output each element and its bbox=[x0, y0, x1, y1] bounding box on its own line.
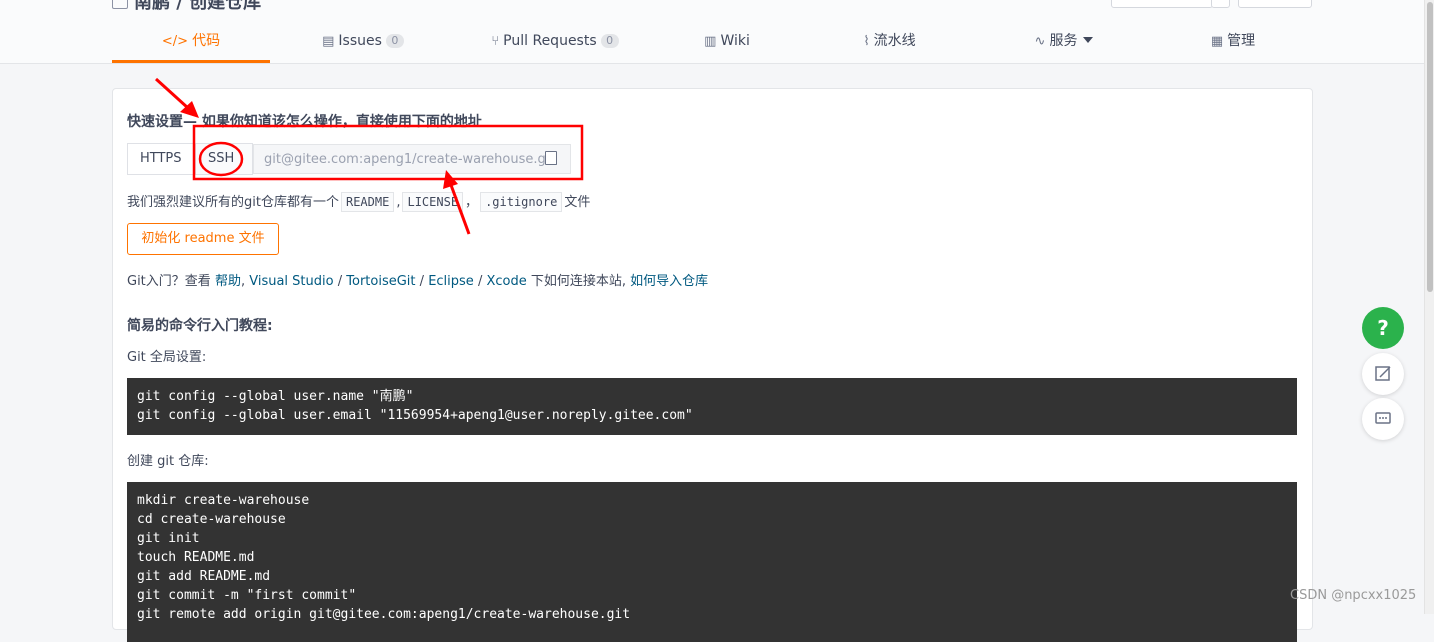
visual-studio-link[interactable]: Visual Studio bbox=[249, 274, 333, 289]
chat-icon bbox=[1375, 412, 1391, 424]
readme-recommendation: 我们强烈建议所有的git仓库都有一个 README, LICENSE， .gitign… bbox=[127, 191, 590, 212]
tortoisegit-link[interactable]: TortoiseGit bbox=[346, 274, 415, 289]
tab-pull-requests[interactable]: ⑂ Pull Requests 0 bbox=[490, 22, 620, 63]
star-button[interactable] bbox=[1238, 0, 1312, 8]
copy-icon[interactable] bbox=[545, 151, 557, 165]
scrollbar-thumb[interactable] bbox=[1427, 2, 1433, 292]
help-button[interactable]: ? bbox=[1362, 307, 1404, 349]
manage-icon: ▦ bbox=[1210, 34, 1224, 49]
help-link[interactable]: 帮助 bbox=[215, 274, 241, 289]
quick-setup-card: 快速设置— 如果你知道该怎么操作，直接使用下面的地址 HTTPS SSH git… bbox=[112, 88, 1313, 642]
quick-setup-heading: 快速设置— 如果你知道该怎么操作，直接使用下面的地址 bbox=[127, 114, 482, 130]
create-repo-label: 创建 git 仓库: bbox=[127, 454, 209, 469]
book-icon: ▥ bbox=[704, 34, 717, 49]
tab-code[interactable]: </> 代码 bbox=[112, 22, 270, 63]
pipeline-icon: ⌇ bbox=[863, 34, 870, 49]
license-chip: LICENSE bbox=[402, 192, 464, 212]
code-icon: </> bbox=[161, 34, 189, 49]
chevron-down-icon bbox=[1083, 37, 1094, 43]
global-settings-code: git config --global user.name "南鹏" git c… bbox=[127, 378, 1297, 435]
tab-pipeline[interactable]: ⌇ 流水线 bbox=[857, 22, 922, 63]
ssh-button[interactable]: SSH bbox=[195, 143, 253, 175]
feedback-button[interactable] bbox=[1362, 353, 1404, 395]
tutorial-heading: 简易的命令行入门教程: bbox=[127, 318, 273, 334]
tab-manage[interactable]: ▦ 管理 bbox=[1208, 22, 1258, 63]
vertical-scrollbar[interactable] bbox=[1424, 0, 1434, 614]
https-button[interactable]: HTTPS bbox=[127, 143, 196, 175]
pull-requests-count-badge: 0 bbox=[600, 34, 619, 48]
chat-button[interactable] bbox=[1362, 398, 1404, 440]
tab-wiki[interactable]: ▥ Wiki bbox=[702, 22, 752, 63]
global-settings-label: Git 全局设置: bbox=[127, 350, 207, 365]
pulse-icon: ∿ bbox=[1034, 34, 1046, 49]
issues-icon: ▤ bbox=[322, 34, 335, 49]
init-readme-button[interactable]: 初始化 readme 文件 bbox=[127, 223, 279, 255]
repo-title[interactable]: 南鹏 / 创建仓库 bbox=[112, 0, 261, 14]
create-repo-code: mkdir create-warehouse cd create-warehou… bbox=[127, 482, 1297, 642]
xcode-link[interactable]: Xcode bbox=[486, 274, 526, 289]
edit-icon bbox=[1375, 366, 1391, 381]
watermark: CSDN @npcxx1025 bbox=[1290, 588, 1417, 603]
import-repo-link[interactable]: 如何导入仓库 bbox=[630, 274, 708, 289]
watch-dropdown-button[interactable] bbox=[1211, 0, 1230, 8]
clone-url-input[interactable]: git@gitee.com:apeng1/create-warehouse.gi… bbox=[253, 144, 571, 174]
pull-request-icon: ⑂ bbox=[491, 34, 500, 49]
tab-services[interactable]: ∿ 服务 bbox=[1030, 22, 1098, 63]
tab-issues[interactable]: ▤ Issues 0 bbox=[318, 22, 408, 63]
gitignore-chip: .gitignore bbox=[480, 192, 563, 212]
repo-icon bbox=[112, 0, 128, 9]
eclipse-link[interactable]: Eclipse bbox=[428, 274, 474, 289]
git-help-links: Git入门？查看 帮助, Visual Studio / TortoiseGit… bbox=[127, 274, 709, 289]
issues-count-badge: 0 bbox=[385, 34, 404, 48]
repo-header: 南鹏 / 创建仓库 </> 代码 ▤ Issues 0 ⑂ Pull Requests 0… bbox=[0, 0, 1424, 64]
readme-chip: README bbox=[340, 192, 395, 212]
watch-button[interactable] bbox=[1111, 0, 1213, 8]
repo-tabs: </> 代码 ▤ Issues 0 ⑂ Pull Requests 0 ▥ Wiki ⌇ 流水… bbox=[112, 22, 1312, 63]
